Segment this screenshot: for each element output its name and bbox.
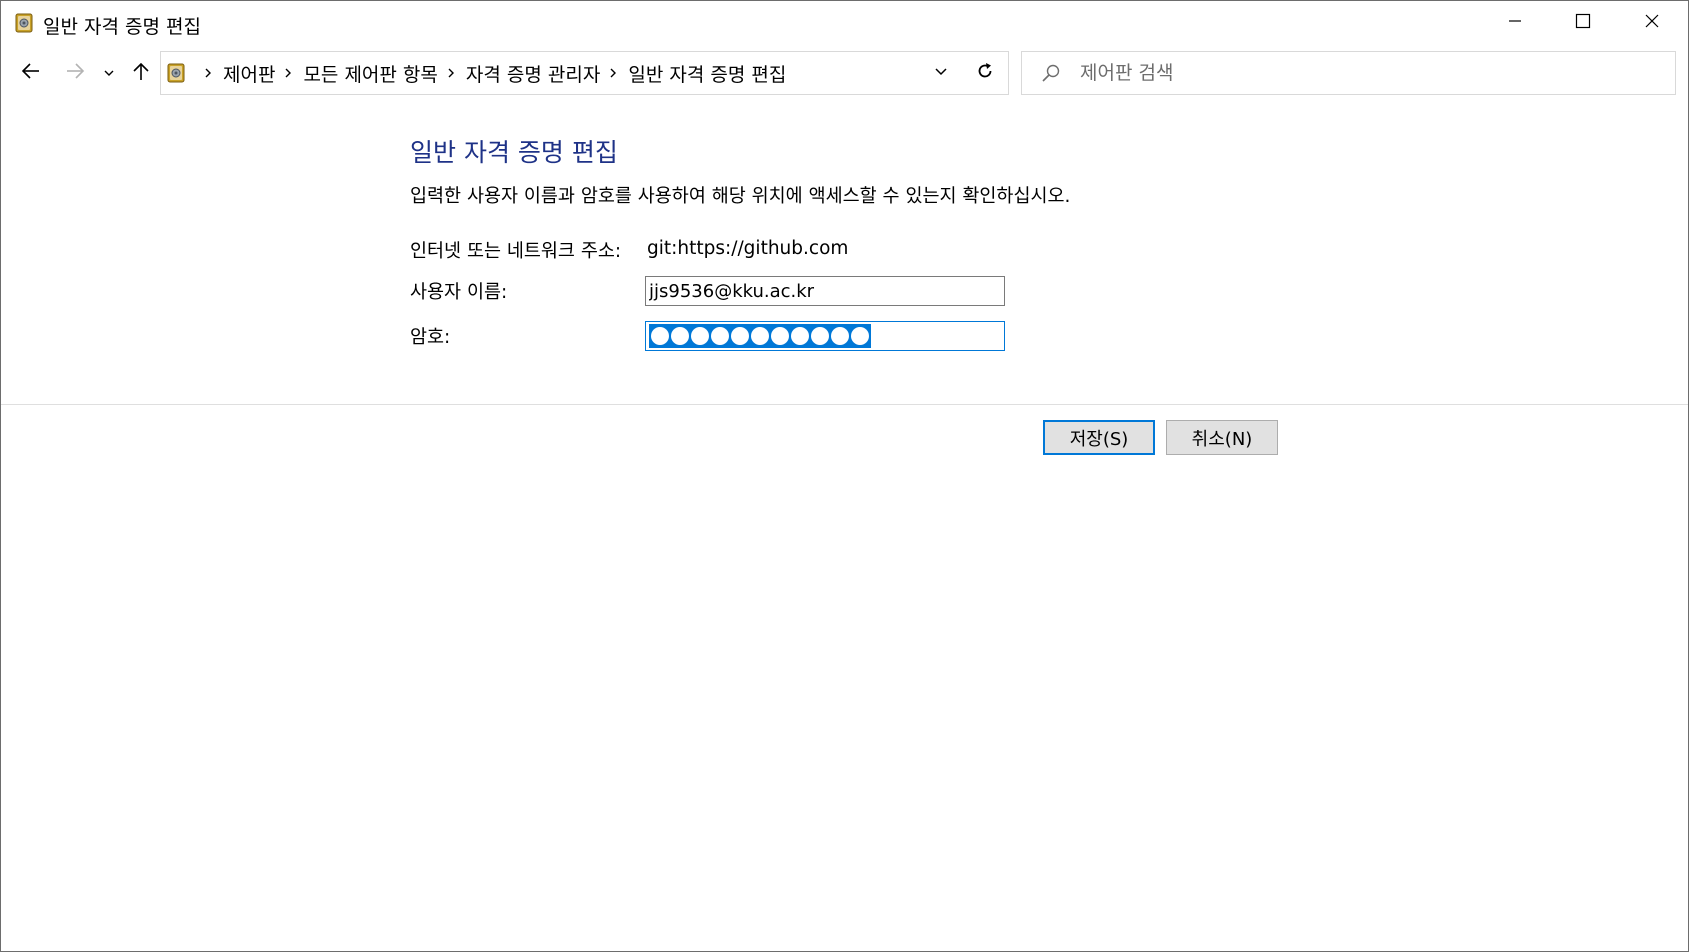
password-mask-dot — [851, 327, 869, 345]
maximize-button[interactable] — [1549, 1, 1617, 45]
chevron-right-icon[interactable] — [199, 67, 217, 79]
minimize-button[interactable] — [1481, 1, 1549, 45]
search-box[interactable] — [1021, 51, 1676, 95]
credential-editor-window: 일반 자격 증명 편집 제어판 모든 제어판 항목 자격 증명 관리자 일반 자… — [0, 0, 1689, 952]
close-icon — [1644, 13, 1660, 33]
arrow-left-icon — [21, 61, 41, 85]
chevron-down-icon — [103, 64, 115, 83]
password-mask-dot — [771, 327, 789, 345]
password-mask-selection — [649, 324, 871, 348]
address-bar[interactable]: 제어판 모든 제어판 항목 자격 증명 관리자 일반 자격 증명 편집 — [160, 51, 1009, 95]
password-mask-dot — [731, 327, 749, 345]
address-dropdown-button[interactable] — [924, 52, 958, 94]
password-mask-dot — [711, 327, 729, 345]
search-icon — [1040, 62, 1062, 84]
button-divider — [1, 404, 1688, 405]
up-button[interactable] — [125, 57, 157, 89]
recent-locations-button[interactable] — [101, 61, 117, 85]
back-button[interactable] — [15, 57, 47, 89]
minimize-icon — [1507, 13, 1523, 33]
close-button[interactable] — [1618, 1, 1686, 45]
chevron-down-icon — [934, 64, 948, 83]
password-mask-dot — [671, 327, 689, 345]
password-mask-dot — [691, 327, 709, 345]
page-description: 입력한 사용자 이름과 암호를 사용하여 해당 위치에 액세스할 수 있는지 확… — [410, 186, 1071, 207]
chevron-right-icon[interactable] — [279, 67, 297, 79]
forward-button[interactable] — [59, 57, 91, 89]
chevron-right-icon[interactable] — [442, 67, 460, 79]
arrow-right-icon — [65, 61, 85, 85]
cancel-button[interactable]: 취소(N) — [1166, 420, 1278, 455]
chevron-right-icon[interactable] — [604, 67, 622, 79]
refresh-icon — [975, 61, 995, 85]
credential-vault-icon — [13, 12, 35, 34]
arrow-up-icon — [131, 61, 151, 85]
breadcrumb: 제어판 모든 제어판 항목 자격 증명 관리자 일반 자격 증명 편집 — [195, 52, 786, 94]
breadcrumb-item-credential-manager[interactable]: 자격 증명 관리자 — [466, 60, 600, 87]
maximize-icon — [1575, 13, 1591, 33]
breadcrumb-item-edit-credential[interactable]: 일반 자격 증명 편집 — [628, 60, 786, 87]
page-title: 일반 자격 증명 편집 — [410, 138, 618, 167]
navigation-bar: 제어판 모든 제어판 항목 자격 증명 관리자 일반 자격 증명 편집 — [1, 49, 1688, 97]
refresh-button[interactable] — [961, 51, 1009, 95]
password-mask-dot — [811, 327, 829, 345]
search-input[interactable] — [1080, 56, 1660, 90]
title-bar: 일반 자격 증명 편집 — [1, 1, 1688, 45]
breadcrumb-item-all-items[interactable]: 모든 제어판 항목 — [303, 60, 437, 87]
breadcrumb-item-control-panel[interactable]: 제어판 — [223, 60, 275, 87]
control-panel-icon — [165, 62, 187, 84]
password-label: 암호: — [410, 327, 451, 348]
password-mask-dot — [651, 327, 669, 345]
password-mask-dot — [831, 327, 849, 345]
username-label: 사용자 이름: — [410, 282, 508, 303]
password-mask-dot — [791, 327, 809, 345]
address-label: 인터넷 또는 네트워크 주소: — [410, 241, 622, 262]
password-mask-dot — [751, 327, 769, 345]
window-title: 일반 자격 증명 편집 — [43, 16, 201, 38]
save-button[interactable]: 저장(S) — [1043, 420, 1155, 455]
address-value: git:https://github.com — [647, 238, 849, 259]
username-field[interactable] — [645, 276, 1005, 306]
